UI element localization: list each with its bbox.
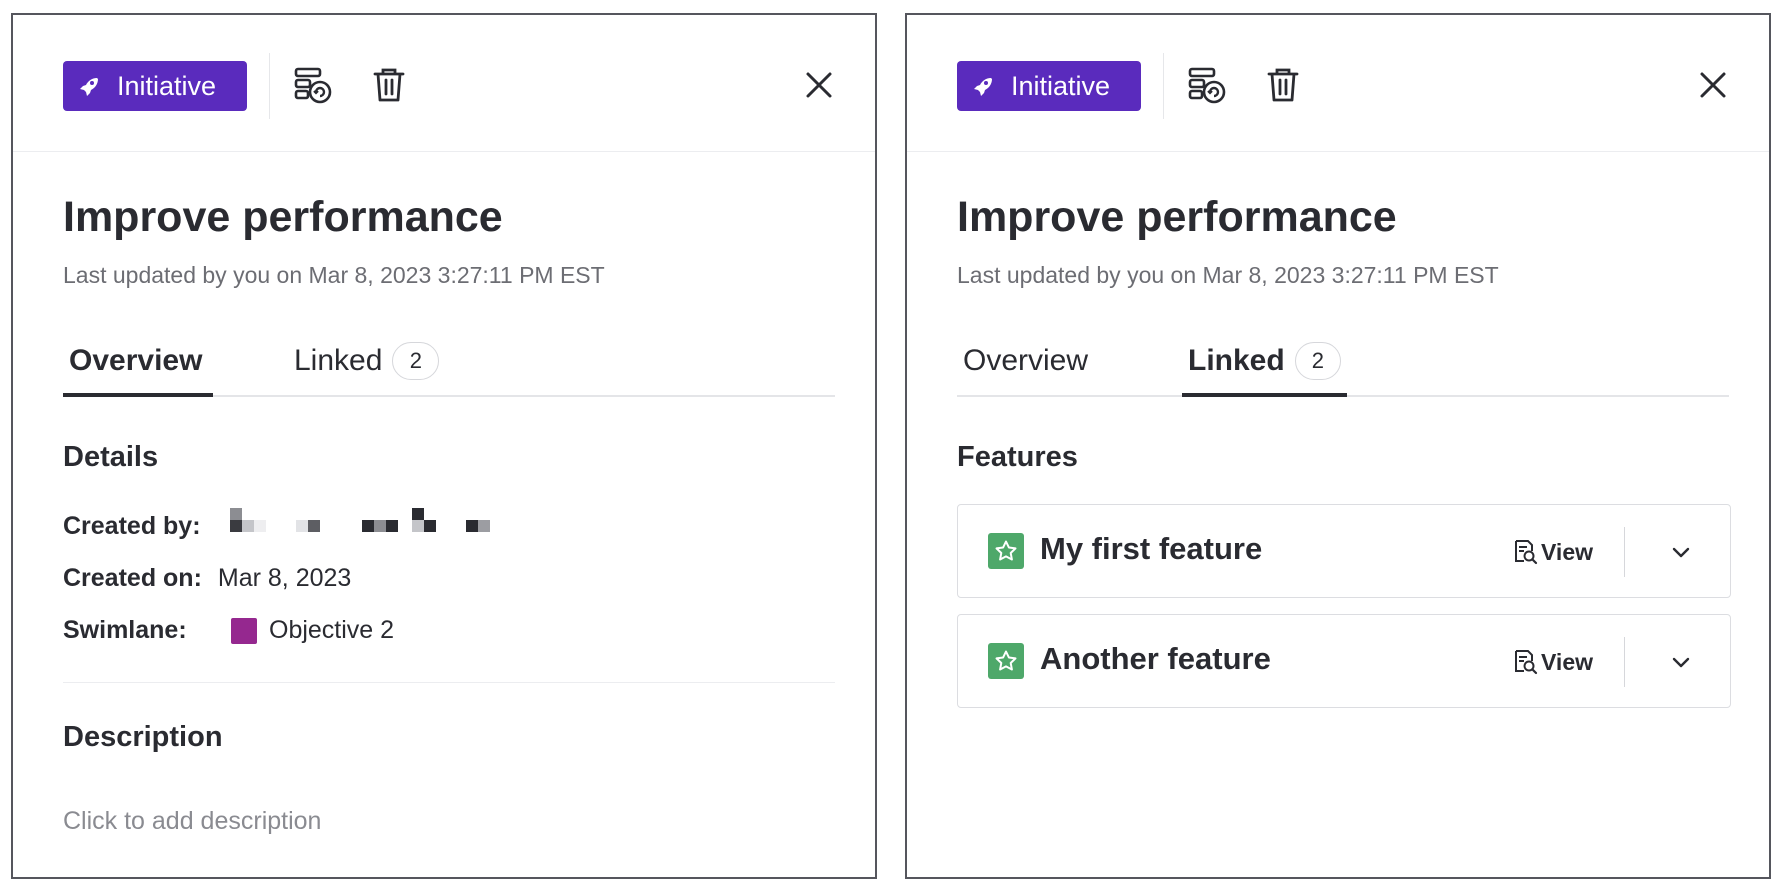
feature-card[interactable]: Another feature View bbox=[957, 614, 1731, 708]
tab-overview[interactable]: Overview bbox=[63, 330, 213, 397]
linked-count-badge: 2 bbox=[392, 342, 440, 380]
initiative-detail-panel-linked: Initiative Improve performance Last upda… bbox=[905, 13, 1771, 879]
tab-overview-label: Overview bbox=[963, 344, 1089, 377]
chevron-down-icon[interactable] bbox=[1670, 651, 1692, 673]
last-updated-text: Last updated by you on Mar 8, 2023 3:27:… bbox=[957, 262, 1499, 288]
header-divider bbox=[269, 53, 270, 119]
panel-header: Initiative bbox=[13, 15, 875, 152]
initiative-detail-panel-overview: Initiative Improve performance Last upda… bbox=[11, 13, 877, 879]
trash-icon[interactable] bbox=[1261, 63, 1305, 107]
header-divider bbox=[1163, 53, 1164, 119]
created-on-value: Mar 8, 2023 bbox=[217, 564, 352, 592]
initiative-badge[interactable]: Initiative bbox=[957, 61, 1141, 111]
initiative-badge-label: Initiative bbox=[117, 70, 217, 101]
created-by-label: Created by: bbox=[63, 512, 201, 540]
view-button[interactable]: View bbox=[1511, 645, 1593, 679]
last-updated-text: Last updated by you on Mar 8, 2023 3:27:… bbox=[63, 262, 605, 288]
created-by-row: Created by: bbox=[63, 512, 201, 541]
feature-name[interactable]: Another feature bbox=[1040, 641, 1271, 677]
feature-type-badge bbox=[988, 643, 1024, 679]
tab-bar: Overview Linked 2 bbox=[957, 330, 1729, 397]
chevron-down-icon[interactable] bbox=[1670, 541, 1692, 563]
initiative-badge-label: Initiative bbox=[1011, 70, 1111, 101]
section-divider bbox=[63, 682, 835, 683]
view-icon bbox=[1515, 540, 1538, 565]
card-divider bbox=[1624, 637, 1625, 687]
feature-card[interactable]: My first feature View bbox=[957, 504, 1731, 598]
page-title: Improve performance bbox=[957, 193, 1397, 241]
page-title: Improve performance bbox=[63, 193, 503, 241]
feature-type-badge bbox=[988, 533, 1024, 569]
convert-icon[interactable] bbox=[292, 63, 336, 107]
feature-name[interactable]: My first feature bbox=[1040, 531, 1262, 567]
view-label: View bbox=[1541, 648, 1593, 675]
swimlane-color-swatch bbox=[231, 617, 257, 644]
tab-linked[interactable]: Linked 2 bbox=[1182, 330, 1347, 397]
created-on-row: Created on: Mar 8, 2023 bbox=[63, 564, 351, 593]
convert-icon[interactable] bbox=[1186, 63, 1230, 107]
description-heading: Description bbox=[63, 721, 223, 753]
star-icon bbox=[995, 650, 1017, 671]
view-button[interactable]: View bbox=[1511, 535, 1593, 569]
tab-linked-label: Linked bbox=[294, 344, 383, 377]
features-heading: Features bbox=[957, 441, 1078, 473]
swimlane-label: Swimlane: bbox=[63, 616, 187, 644]
panel-header: Initiative bbox=[907, 15, 1769, 152]
tab-overview[interactable]: Overview bbox=[957, 330, 1094, 397]
view-label: View bbox=[1541, 538, 1593, 565]
tab-linked[interactable]: Linked 2 bbox=[288, 330, 445, 397]
swimlane-row: Swimlane: Objective 2 bbox=[63, 616, 394, 645]
view-icon bbox=[1515, 650, 1538, 675]
star-icon bbox=[995, 540, 1017, 561]
trash-icon[interactable] bbox=[367, 63, 411, 107]
linked-count-badge: 2 bbox=[1294, 342, 1341, 380]
card-divider bbox=[1624, 527, 1625, 577]
tab-linked-label: Linked bbox=[1188, 344, 1285, 377]
close-icon[interactable] bbox=[803, 69, 835, 101]
details-heading: Details bbox=[63, 441, 159, 473]
description-placeholder[interactable]: Click to add description bbox=[63, 807, 321, 836]
created-on-label: Created on: bbox=[63, 564, 202, 592]
initiative-badge[interactable]: Initiative bbox=[63, 61, 247, 111]
close-icon[interactable] bbox=[1697, 69, 1729, 101]
tab-overview-label: Overview bbox=[69, 344, 203, 377]
rocket-icon bbox=[974, 78, 992, 96]
tab-bar: Overview Linked 2 bbox=[63, 330, 835, 397]
rocket-icon bbox=[80, 78, 98, 96]
swimlane-value[interactable]: Objective 2 bbox=[269, 616, 394, 645]
